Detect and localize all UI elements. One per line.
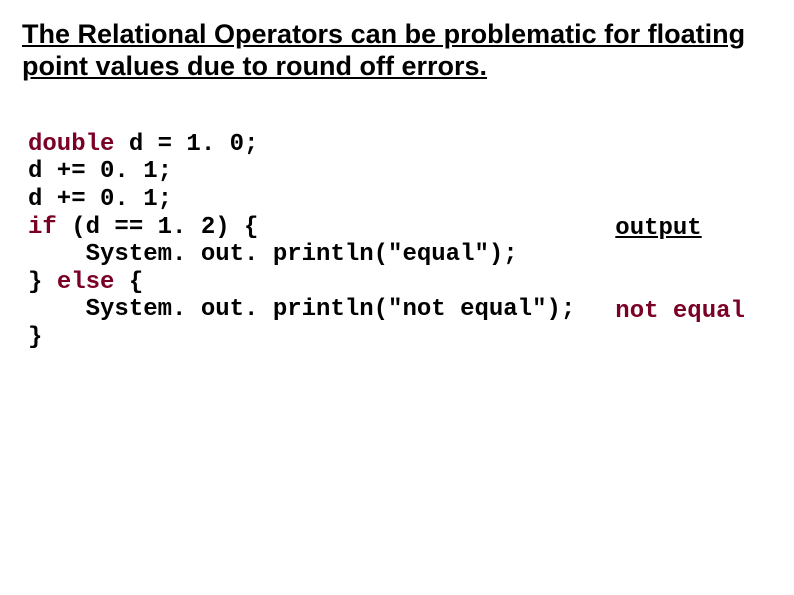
code-line-7: System. out. println("not equal"); [28, 296, 575, 323]
output-column: output not equal [615, 131, 745, 326]
code-line-8: } [28, 324, 42, 351]
keyword-else: else [57, 269, 115, 296]
code-line-1-rest: d = 1. 0; [114, 131, 258, 158]
content-row: double d = 1. 0; d += 0. 1; d += 0. 1; i… [22, 131, 772, 352]
output-value: not equal [615, 298, 745, 326]
code-block: double d = 1. 0; d += 0. 1; d += 0. 1; i… [22, 131, 575, 352]
code-line-4-rest: (d == 1. 2) { [57, 214, 259, 241]
keyword-if: if [28, 214, 57, 241]
code-line-6b: { [114, 269, 143, 296]
slide-title: The Relational Operators can be problema… [22, 18, 772, 83]
code-line-3: d += 0. 1; [28, 186, 172, 213]
keyword-double: double [28, 131, 114, 158]
code-line-2: d += 0. 1; [28, 158, 172, 185]
code-line-5: System. out. println("equal"); [28, 241, 518, 268]
slide: The Relational Operators can be problema… [0, 0, 794, 595]
code-line-6a: } [28, 269, 57, 296]
output-heading: output [615, 215, 745, 243]
